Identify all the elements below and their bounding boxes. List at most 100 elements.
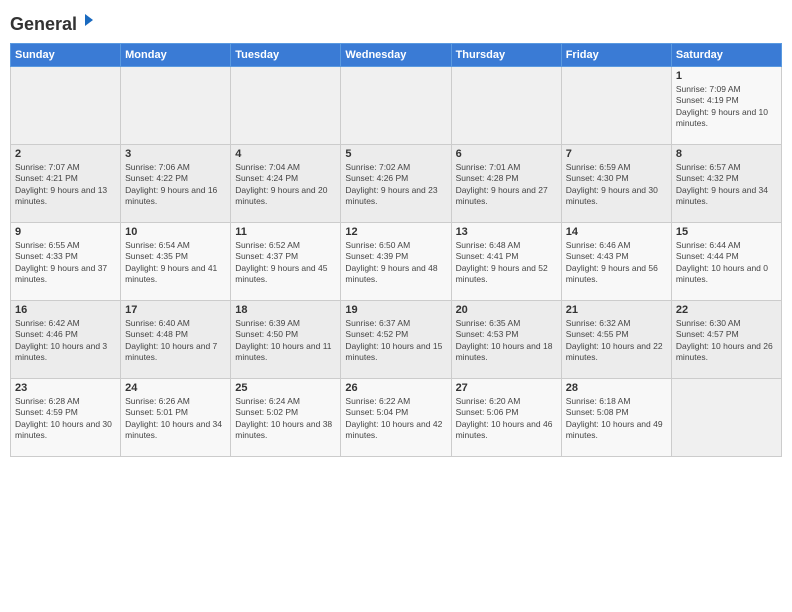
day-number: 12 — [345, 226, 446, 238]
day-info: Sunrise: 6:42 AM Sunset: 4:46 PM Dayligh… — [15, 318, 116, 364]
weekday-monday: Monday — [121, 43, 231, 66]
day-number: 27 — [456, 382, 557, 394]
day-cell: 7 Sunrise: 6:59 AM Sunset: 4:30 PM Daylig… — [561, 144, 671, 222]
day-cell — [561, 66, 671, 144]
day-cell: 25 Sunrise: 6:24 AM Sunset: 5:02 PM Dayli… — [231, 378, 341, 456]
day-cell: 22 Sunrise: 6:30 AM Sunset: 4:57 PM Dayli… — [671, 300, 781, 378]
day-cell — [121, 66, 231, 144]
header: General — [10, 10, 782, 35]
day-info: Sunrise: 7:06 AM Sunset: 4:22 PM Dayligh… — [125, 162, 226, 208]
day-info: Sunrise: 6:57 AM Sunset: 4:32 PM Dayligh… — [676, 162, 777, 208]
day-cell — [11, 66, 121, 144]
day-info: Sunrise: 6:24 AM Sunset: 5:02 PM Dayligh… — [235, 396, 336, 442]
weekday-sunday: Sunday — [11, 43, 121, 66]
week-row-4: 16 Sunrise: 6:42 AM Sunset: 4:46 PM Dayli… — [11, 300, 782, 378]
day-number: 3 — [125, 148, 226, 160]
calendar-container: General SundayMondayTuesdayWednesdayThur… — [0, 0, 792, 612]
day-cell: 24 Sunrise: 6:26 AM Sunset: 5:01 PM Dayli… — [121, 378, 231, 456]
day-info: Sunrise: 7:09 AM Sunset: 4:19 PM Dayligh… — [676, 84, 777, 130]
week-row-2: 2Sunrise: 7:07 AM Sunset: 4:21 PM Daylig… — [11, 144, 782, 222]
day-cell: 26 Sunrise: 6:22 AM Sunset: 5:04 PM Dayli… — [341, 378, 451, 456]
day-info: Sunrise: 6:22 AM Sunset: 5:04 PM Dayligh… — [345, 396, 446, 442]
day-info: Sunrise: 6:32 AM Sunset: 4:55 PM Dayligh… — [566, 318, 667, 364]
day-number: 26 — [345, 382, 446, 394]
day-info: Sunrise: 6:55 AM Sunset: 4:33 PM Dayligh… — [15, 240, 116, 286]
day-number: 19 — [345, 304, 446, 316]
day-cell: 6 Sunrise: 7:01 AM Sunset: 4:28 PM Daylig… — [451, 144, 561, 222]
day-info: Sunrise: 7:01 AM Sunset: 4:28 PM Dayligh… — [456, 162, 557, 208]
weekday-thursday: Thursday — [451, 43, 561, 66]
weekday-tuesday: Tuesday — [231, 43, 341, 66]
day-number: 11 — [235, 226, 336, 238]
day-cell: 3 Sunrise: 7:06 AM Sunset: 4:22 PM Daylig… — [121, 144, 231, 222]
day-number: 9 — [15, 226, 116, 238]
day-cell: 8 Sunrise: 6:57 AM Sunset: 4:32 PM Daylig… — [671, 144, 781, 222]
day-info: Sunrise: 6:30 AM Sunset: 4:57 PM Dayligh… — [676, 318, 777, 364]
day-cell: 12 Sunrise: 6:50 AM Sunset: 4:39 PM Dayli… — [341, 222, 451, 300]
day-info: Sunrise: 6:59 AM Sunset: 4:30 PM Dayligh… — [566, 162, 667, 208]
day-number: 23 — [15, 382, 116, 394]
day-number: 25 — [235, 382, 336, 394]
day-number: 24 — [125, 382, 226, 394]
logo-general-text: General — [10, 14, 77, 34]
week-row-1: 1 Sunrise: 7:09 AM Sunset: 4:19 PM Daylig… — [11, 66, 782, 144]
weekday-wednesday: Wednesday — [341, 43, 451, 66]
day-number: 1 — [676, 70, 777, 82]
day-number: 5 — [345, 148, 446, 160]
day-number: 7 — [566, 148, 667, 160]
day-cell: 20 Sunrise: 6:35 AM Sunset: 4:53 PM Dayli… — [451, 300, 561, 378]
day-info: Sunrise: 7:07 AM Sunset: 4:21 PM Dayligh… — [15, 162, 116, 208]
day-info: Sunrise: 6:52 AM Sunset: 4:37 PM Dayligh… — [235, 240, 336, 286]
day-info: Sunrise: 6:18 AM Sunset: 5:08 PM Dayligh… — [566, 396, 667, 442]
day-cell: 15 Sunrise: 6:44 AM Sunset: 4:44 PM Dayli… — [671, 222, 781, 300]
day-cell: 10 Sunrise: 6:54 AM Sunset: 4:35 PM Dayli… — [121, 222, 231, 300]
day-cell: 27 Sunrise: 6:20 AM Sunset: 5:06 PM Dayli… — [451, 378, 561, 456]
day-number: 17 — [125, 304, 226, 316]
day-info: Sunrise: 6:28 AM Sunset: 4:59 PM Dayligh… — [15, 396, 116, 442]
calendar-header: SundayMondayTuesdayWednesdayThursdayFrid… — [11, 43, 782, 66]
day-info: Sunrise: 6:54 AM Sunset: 4:35 PM Dayligh… — [125, 240, 226, 286]
day-info: Sunrise: 6:39 AM Sunset: 4:50 PM Dayligh… — [235, 318, 336, 364]
logo: General — [10, 10, 97, 35]
day-number: 18 — [235, 304, 336, 316]
day-cell: 28 Sunrise: 6:18 AM Sunset: 5:08 PM Dayli… — [561, 378, 671, 456]
day-cell: 21 Sunrise: 6:32 AM Sunset: 4:55 PM Dayli… — [561, 300, 671, 378]
day-info: Sunrise: 6:50 AM Sunset: 4:39 PM Dayligh… — [345, 240, 446, 286]
day-cell: 23 Sunrise: 6:28 AM Sunset: 4:59 PM Dayli… — [11, 378, 121, 456]
day-info: Sunrise: 6:40 AM Sunset: 4:48 PM Dayligh… — [125, 318, 226, 364]
day-cell — [231, 66, 341, 144]
day-cell: 16 Sunrise: 6:42 AM Sunset: 4:46 PM Dayli… — [11, 300, 121, 378]
day-cell: 9 Sunrise: 6:55 AM Sunset: 4:33 PM Daylig… — [11, 222, 121, 300]
day-number: 20 — [456, 304, 557, 316]
day-number: 10 — [125, 226, 226, 238]
day-info: Sunrise: 7:02 AM Sunset: 4:26 PM Dayligh… — [345, 162, 446, 208]
day-number: 4 — [235, 148, 336, 160]
weekday-header-row: SundayMondayTuesdayWednesdayThursdayFrid… — [11, 43, 782, 66]
day-cell: 13Sunrise: 6:48 AM Sunset: 4:41 PM Dayli… — [451, 222, 561, 300]
day-cell — [341, 66, 451, 144]
day-number: 21 — [566, 304, 667, 316]
day-number: 16 — [15, 304, 116, 316]
day-number: 8 — [676, 148, 777, 160]
day-number: 22 — [676, 304, 777, 316]
day-info: Sunrise: 6:26 AM Sunset: 5:01 PM Dayligh… — [125, 396, 226, 442]
day-info: Sunrise: 6:46 AM Sunset: 4:43 PM Dayligh… — [566, 240, 667, 286]
week-row-5: 23 Sunrise: 6:28 AM Sunset: 4:59 PM Dayli… — [11, 378, 782, 456]
day-cell — [671, 378, 781, 456]
day-number: 14 — [566, 226, 667, 238]
calendar-table: SundayMondayTuesdayWednesdayThursdayFrid… — [10, 43, 782, 457]
day-number: 6 — [456, 148, 557, 160]
day-cell: 1 Sunrise: 7:09 AM Sunset: 4:19 PM Daylig… — [671, 66, 781, 144]
day-cell: 2Sunrise: 7:07 AM Sunset: 4:21 PM Daylig… — [11, 144, 121, 222]
day-info: Sunrise: 7:04 AM Sunset: 4:24 PM Dayligh… — [235, 162, 336, 208]
day-cell — [451, 66, 561, 144]
day-number: 15 — [676, 226, 777, 238]
day-number: 28 — [566, 382, 667, 394]
day-info: Sunrise: 6:35 AM Sunset: 4:53 PM Dayligh… — [456, 318, 557, 364]
day-cell: 5 Sunrise: 7:02 AM Sunset: 4:26 PM Daylig… — [341, 144, 451, 222]
day-info: Sunrise: 6:44 AM Sunset: 4:44 PM Dayligh… — [676, 240, 777, 286]
day-cell: 11 Sunrise: 6:52 AM Sunset: 4:37 PM Dayli… — [231, 222, 341, 300]
weekday-saturday: Saturday — [671, 43, 781, 66]
day-cell: 4 Sunrise: 7:04 AM Sunset: 4:24 PM Daylig… — [231, 144, 341, 222]
day-info: Sunrise: 6:20 AM Sunset: 5:06 PM Dayligh… — [456, 396, 557, 442]
